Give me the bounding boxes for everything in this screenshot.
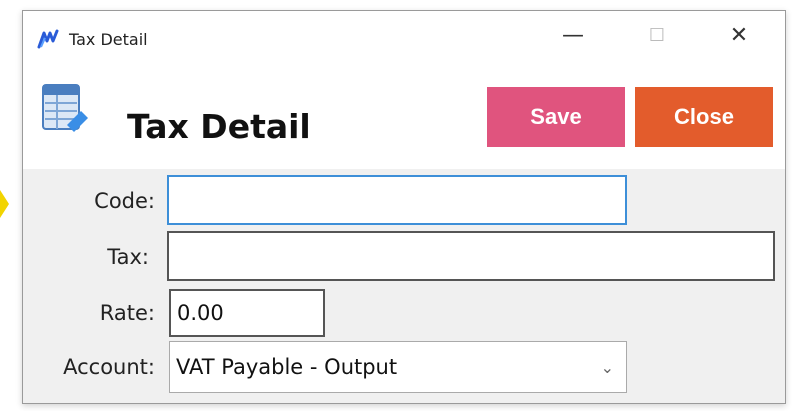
- tax-field[interactable]: [167, 231, 775, 281]
- close-window-button[interactable]: ✕: [699, 11, 779, 59]
- page-title: Tax Detail: [127, 107, 311, 146]
- tax-label: Tax:: [107, 245, 149, 269]
- code-label: Code:: [94, 189, 155, 213]
- close-icon: ✕: [729, 22, 749, 48]
- title-bar[interactable]: Tax Detail — ☐ ✕: [23, 11, 785, 69]
- app-logo-icon: [37, 29, 59, 49]
- minimize-icon: —: [562, 22, 584, 48]
- rate-field[interactable]: 0.00: [169, 289, 325, 337]
- tax-form: Code: Tax: Rate: 0.00 Account: VAT Payab…: [23, 169, 785, 405]
- tax-detail-window: Tax Detail — ☐ ✕ Tax Detail Save Close C…: [22, 10, 786, 404]
- rate-value: 0.00: [177, 301, 224, 325]
- code-field[interactable]: [167, 175, 627, 225]
- yellow-marker-shape: [0, 190, 9, 218]
- account-select[interactable]: VAT Payable - Output ⌄: [169, 341, 627, 393]
- maximize-button[interactable]: ☐: [617, 11, 697, 59]
- window-title: Tax Detail: [69, 30, 148, 49]
- rate-label: Rate:: [99, 301, 155, 325]
- table-edit-icon: [42, 84, 88, 132]
- maximize-icon: ☐: [648, 24, 666, 46]
- account-label: Account:: [63, 355, 155, 379]
- minimize-button[interactable]: —: [533, 11, 613, 59]
- save-button[interactable]: Save: [487, 87, 625, 147]
- chevron-down-icon: ⌄: [600, 357, 614, 377]
- close-button[interactable]: Close: [635, 87, 773, 147]
- account-value: VAT Payable - Output: [176, 355, 398, 379]
- header: Tax Detail Save Close: [23, 69, 785, 169]
